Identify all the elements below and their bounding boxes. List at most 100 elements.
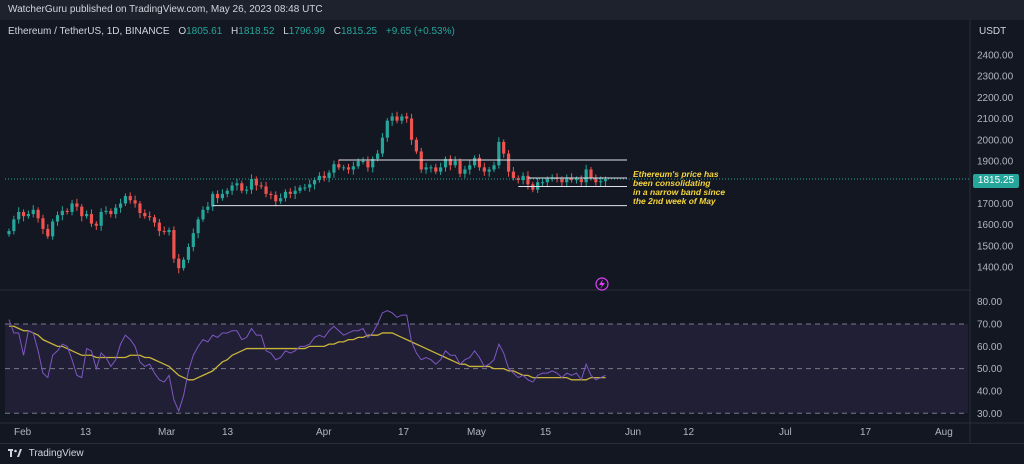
candle-body [337,164,341,168]
price-tick-label: 1600.00 [977,220,1014,231]
candle-body [123,196,127,204]
candle-body [395,116,399,121]
candle-body [143,213,147,217]
candle-body [274,194,278,202]
price-tick-label: 1700.00 [977,199,1014,210]
candle-body [157,222,161,232]
price-tick-label: 1900.00 [977,157,1014,168]
price-tick-label: 2100.00 [977,114,1014,125]
candle-body [55,215,60,222]
candle-body [361,161,365,162]
rsi-tick-label: 80.00 [977,297,1002,308]
candle-body [584,169,588,183]
candle-body [60,210,64,216]
candle-body [405,116,409,119]
candle-body [162,231,166,233]
time-tick-label: Aug [935,427,953,438]
candle-body [497,141,501,166]
candle-body [463,169,467,174]
candle-body [225,190,229,194]
time-tick-label: 13 [80,427,92,438]
candle-body [589,169,593,178]
candle-body [477,157,482,168]
candle-body [75,203,79,207]
candle-body [65,210,69,212]
candle-body [254,179,258,186]
candle-body [288,191,292,194]
price-tick-label: 1500.00 [977,241,1014,252]
candle-body [70,203,74,212]
time-tick-label: Mar [158,427,176,438]
candle-body [51,221,55,237]
candle-body [89,214,94,224]
rsi-tick-label: 50.00 [977,364,1002,375]
candle-body [308,184,312,188]
candle-body [249,179,254,190]
candle-body [376,153,380,159]
candle-body [332,164,336,173]
candle-body [114,207,118,215]
candle-body [482,167,486,172]
candle-body [303,187,307,189]
candle-body [439,167,443,172]
price-chart[interactable]: 1400.001500.001600.001700.001800.001900.… [0,0,1024,463]
candle-body [240,183,244,191]
candle-body [414,139,418,152]
candle-body [211,193,215,207]
candle-body [138,203,142,214]
candle-body [85,214,89,217]
candle-body [351,166,355,170]
candle-body [599,181,603,183]
price-tick-label: 2300.00 [977,72,1014,83]
time-tick-label: Jun [625,427,641,438]
candle-body [434,167,438,172]
candle-body [186,246,191,260]
candle-body [390,116,394,121]
time-tick-label: Apr [316,427,332,438]
candle-body [312,180,317,185]
footer-brand: TradingView [28,448,84,459]
candle-body [487,169,491,172]
time-tick-label: 17 [860,427,872,438]
candle-body [419,151,423,170]
footer-bar: TradingView [0,443,1024,463]
annotation-note: Ethereum's price has been consolidating … [633,170,743,206]
candle-body [118,203,123,208]
candle-body [298,187,302,191]
candle-body [46,228,50,237]
rsi-tick-label: 40.00 [977,386,1002,397]
time-tick-label: 17 [398,427,410,438]
candle-body [473,157,477,166]
candle-body [366,161,370,168]
candle-body [148,216,152,218]
candle-body [283,191,288,199]
candle-body [201,209,205,220]
lightning-icon [599,279,605,289]
candle-body [458,161,462,174]
candle-body [206,206,210,210]
candle-body [109,210,113,215]
time-tick-label: Jul [779,427,792,438]
time-tick-label: 15 [540,427,552,438]
rsi-tick-label: 30.00 [977,409,1002,420]
candle-body [7,231,11,235]
candle-body [99,211,103,226]
candle-body [152,217,157,223]
candle-body [196,219,200,234]
candle-body [327,172,331,178]
candle-body [36,209,40,219]
candle-body [322,175,326,178]
candle-body [429,167,433,169]
candle-body [540,182,545,184]
price-tick-label: 1400.00 [977,263,1014,274]
candle-body [342,167,346,169]
price-tick-label: 2200.00 [977,93,1014,104]
candle-body [21,211,26,217]
time-tick-label: 12 [683,427,695,438]
candle-body [531,184,535,190]
candle-body [264,186,268,194]
rsi-tick-label: 70.00 [977,320,1002,331]
candle-body [177,258,181,269]
candle-body [94,223,98,226]
candle-body [133,200,137,204]
